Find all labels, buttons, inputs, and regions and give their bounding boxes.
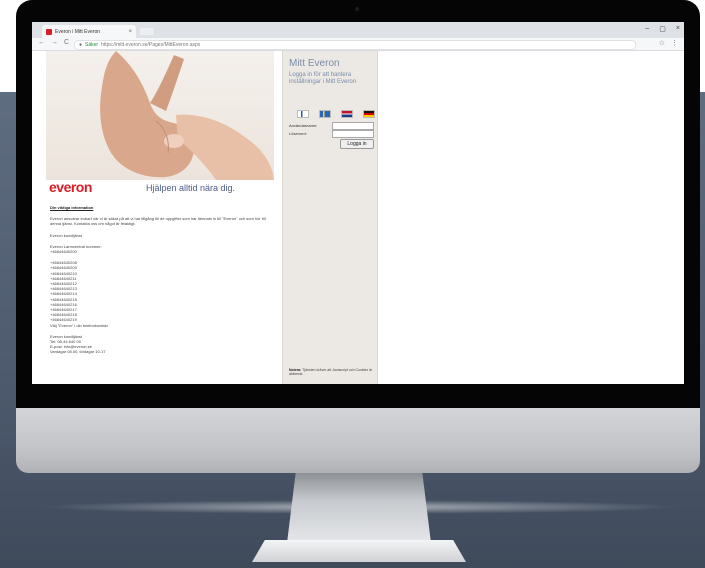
notice-body: Tjänsten kräver att Javascript och Cooki…: [289, 368, 373, 377]
maximize-icon[interactable]: ▢: [659, 25, 666, 33]
navigation-buttons: ← → C: [38, 39, 69, 46]
star-icon[interactable]: ☆: [659, 39, 665, 47]
support-line: Vardagar 08.00, lördagar 10-17: [50, 349, 106, 355]
forward-icon[interactable]: →: [51, 39, 58, 46]
language-flags: [297, 110, 375, 118]
tab-close-icon[interactable]: ×: [128, 29, 132, 35]
info-text: Din viktiga information Everon ansvarar …: [50, 205, 270, 355]
intro-text: Everon ansvarar enbart när vi är säkra p…: [50, 216, 266, 227]
monitor-screen: Everon i Mitt Everon × – ▢ × ← → C ● Säk…: [32, 22, 684, 384]
lock-icon: ●: [79, 42, 83, 48]
url-text: https://mitt.everon.se/Pages/MittEveron.…: [101, 42, 201, 48]
menu-icon[interactable]: ⋮: [671, 39, 678, 47]
close-window-icon[interactable]: ×: [676, 25, 680, 33]
phones-note: Välj "Everon" i din telefonkontakt: [50, 322, 108, 328]
window-controls: – ▢ ×: [645, 25, 680, 33]
camera-dot: [355, 7, 359, 11]
browser-right-icons: ☆ ⋮: [659, 39, 678, 47]
tagline: Hjälpen alltid nära dig.: [146, 183, 236, 193]
login-panel: Mitt Everon Logga in för att hantera ins…: [282, 51, 378, 384]
contact-line: Everon kundtjänst: [50, 232, 83, 238]
url-input[interactable]: ● Säker https://mitt.everon.se/Pages/Mit…: [74, 40, 636, 50]
monitor-stand-neck: [287, 473, 431, 543]
everon-favicon-icon: [46, 28, 52, 35]
phone-number: +46844640200: [50, 249, 77, 255]
login-title: Mitt Everon: [289, 58, 340, 69]
login-button[interactable]: Logga in: [340, 139, 374, 149]
username-label: Användarnamn:: [289, 123, 318, 128]
back-icon[interactable]: ←: [38, 39, 45, 46]
monitor-stand-base: [252, 540, 466, 562]
notice-text: Notera: Tjänsten kräver att Javascript o…: [289, 368, 375, 376]
browser-tab[interactable]: Everon i Mitt Everon ×: [42, 25, 136, 38]
password-field[interactable]: [332, 130, 374, 138]
german-flag-icon[interactable]: [363, 110, 375, 118]
tab-title: Everon i Mitt Everon: [55, 28, 101, 35]
new-tab-button[interactable]: [140, 28, 154, 35]
finnish-flag-icon[interactable]: [297, 110, 309, 118]
login-subtitle: Logga in för att hantera inställningar i…: [289, 72, 357, 85]
password-label: Lösenord:: [289, 131, 307, 136]
browser-address-bar: ← → C ● Säker https://mitt.everon.se/Pag…: [32, 38, 684, 51]
english-flag-icon[interactable]: [341, 110, 353, 118]
swedish-flag-icon[interactable]: [319, 110, 331, 118]
secure-label: Säker: [85, 42, 99, 48]
everon-logo: everon: [49, 179, 92, 195]
hands-photo: [46, 51, 274, 180]
left-content: everon Hjälpen alltid nära dig. Din vikt…: [46, 51, 274, 384]
reload-icon[interactable]: C: [64, 39, 69, 46]
browser-tab-bar: Everon i Mitt Everon × – ▢ ×: [32, 22, 684, 38]
minimize-icon[interactable]: –: [645, 25, 649, 33]
monitor-chin: [16, 408, 700, 473]
username-field[interactable]: [332, 122, 374, 130]
info-heading[interactable]: Din viktiga information: [50, 205, 270, 210]
web-page: everon Hjälpen alltid nära dig. Din vikt…: [32, 51, 684, 384]
